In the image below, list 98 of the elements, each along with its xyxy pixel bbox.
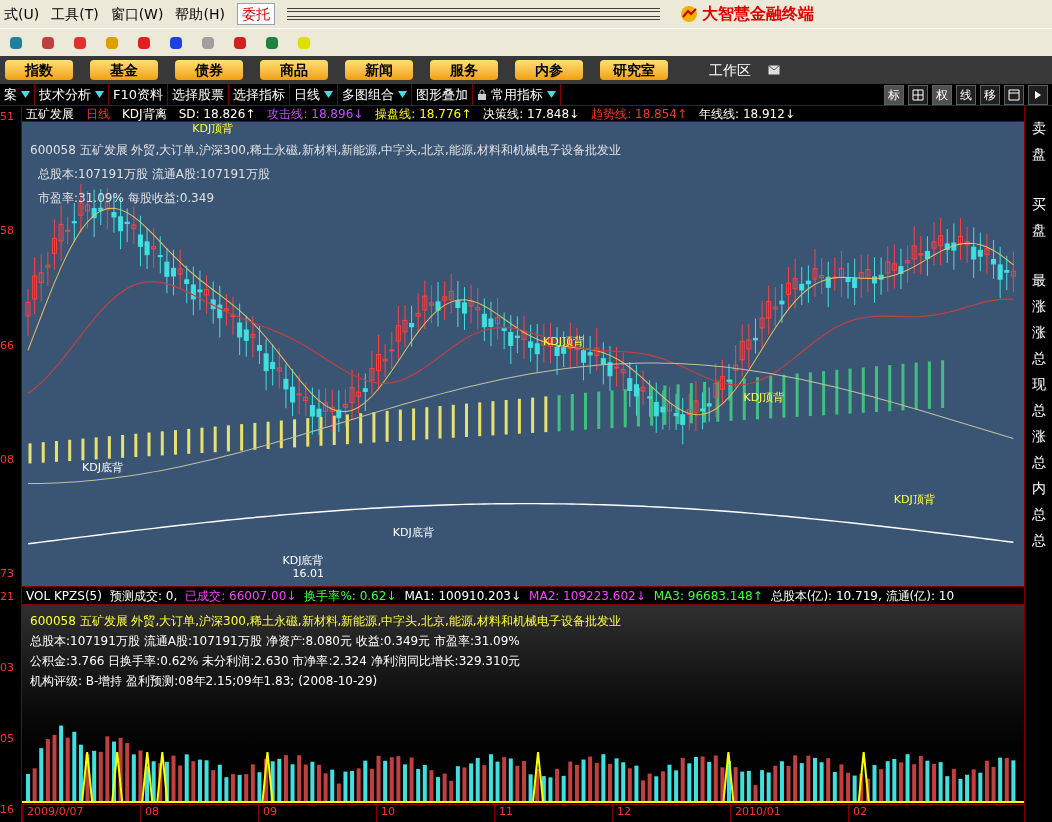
nav-button[interactable]: 研究室 <box>600 60 668 80</box>
window-icon <box>1008 88 1020 101</box>
menu-item[interactable]: 工具(T) <box>51 4 99 24</box>
signal-label: KDJ底背 <box>392 525 434 541</box>
quote-field-label: 总 <box>1031 531 1046 550</box>
toolbar-menu-button[interactable]: 多图组合 <box>342 85 395 104</box>
menu-item[interactable]: 窗口(W) <box>110 4 164 24</box>
nav-button[interactable]: 新闻 <box>345 60 413 80</box>
quote-field-label: 涨 <box>1031 297 1046 316</box>
indicator-reading: 操盘线: 18.776↑ <box>375 105 472 122</box>
stock-fundamentals: 公积金:3.766 日换手率:0.62% 未分利润:2.630 市净率:2.324 净利润同比增长:329.310元 <box>30 653 522 669</box>
price-axis-label: 58 <box>0 224 15 239</box>
signal-label: KDJ底背 <box>282 553 324 569</box>
toolbar-menu-button[interactable]: 选择指标 <box>233 85 286 104</box>
toolbar-menu-button[interactable]: 技术分析 <box>39 85 91 104</box>
price-axis-label: 51 <box>0 110 15 125</box>
nav-button[interactable]: 债券 <box>175 60 243 80</box>
stock-concepts: 600058 五矿发展 外贸,大订单,沪深300,稀土永磁,新材料,新能源,中字头,北京,能源,材料和机械电子设备批发业 <box>30 142 621 158</box>
view-toggle-button[interactable]: 移 <box>980 84 1000 105</box>
quote-field-label: 总 <box>1031 453 1046 472</box>
stock-fundamentals: 机构评级: B-增持 盈利预测:08年2.15;09年1.83; (2008-10-29) <box>30 673 379 689</box>
volume-reading: VOL KPZS(5) <box>26 587 102 604</box>
price-axis-label: 08 <box>0 453 15 468</box>
volume-axis-label: 21 <box>0 590 15 605</box>
lock-icon <box>477 88 488 101</box>
stock-concepts: 600058 五矿发展 外贸,大订单,沪深300,稀土永磁,新材料,新能源,中字头,北京,能源,材料和机械电子设备批发业 <box>30 613 621 629</box>
quote-field-label: 涨 <box>1031 323 1046 342</box>
quote-field-label: 盘 <box>1031 145 1046 164</box>
volume-reading: 总股本(亿): 10.719, 流通(亿): 10 <box>770 587 955 604</box>
view-toggle-button[interactable]: 标 <box>884 84 904 105</box>
date-axis-label: 11 <box>494 805 612 822</box>
nav-button[interactable]: 指数 <box>5 60 73 80</box>
app-title: 大智慧金融终端 <box>702 3 814 25</box>
volume-reading: MA3: 96683.148↑ <box>653 587 763 604</box>
toolbar-menu-button[interactable]: F10资料 <box>113 85 164 104</box>
quote-field-label: 总 <box>1031 505 1046 524</box>
volume-axis-label: 03 <box>0 661 15 676</box>
date-axis-label: 2009/0/07 <box>22 805 140 822</box>
quote-field-label: 总 <box>1031 401 1046 420</box>
view-toggle-button[interactable]: 权 <box>932 84 952 105</box>
date-axis-label: 10 <box>376 805 494 822</box>
date-axis-label: 08 <box>140 805 258 822</box>
indicator-name: KDJ背离 <box>122 105 167 122</box>
indicator-reading: 年线线: 18.912↓ <box>699 105 795 122</box>
quote-field-label: 涨 <box>1031 427 1046 446</box>
volume-reading: 已成交: 66007.00↓ <box>185 587 297 604</box>
date-axis-label: 02 <box>848 805 966 822</box>
view-toggle-button[interactable]: 线 <box>956 84 976 105</box>
indicator-reading: 决策线: 17.848↓ <box>483 105 580 122</box>
quote-field-label: 内 <box>1031 479 1046 498</box>
quote-field-label: 盘 <box>1031 221 1046 240</box>
quote-field-label: 买 <box>1031 195 1046 214</box>
stock-name: 五矿发展 <box>26 105 74 122</box>
period-label: 日线 <box>86 105 110 122</box>
quote-field-label: 卖 <box>1031 119 1046 138</box>
workspace-label[interactable]: 工作区 <box>709 60 751 80</box>
menu-item[interactable]: 式(U) <box>4 4 40 24</box>
date-axis-label: 09 <box>258 805 376 822</box>
date-axis-label: 2010/01 <box>730 805 848 822</box>
signal-label: KDJ底背 <box>82 460 124 476</box>
quote-field-label: 最 <box>1031 271 1046 290</box>
toolbar-menu-button[interactable]: 图形叠加 <box>416 85 469 104</box>
signal-label: KDJ顶背 <box>743 391 785 406</box>
grid-icon <box>912 88 924 101</box>
indicator-reading: 攻击线: 18.896↓ <box>267 105 364 122</box>
stock-fundamentals: 总股本:107191万股 流通A股:107191万股 <box>38 166 271 182</box>
indicator-reading: 趋势线: 18.854↑ <box>591 105 688 122</box>
indicator-reading: SD: 18.826↑ <box>178 105 256 122</box>
volume-reading: 预测成交: 0, <box>109 587 178 604</box>
window-button[interactable] <box>1004 84 1024 105</box>
date-axis-label: 12 <box>612 805 730 822</box>
next-button[interactable] <box>1028 84 1048 105</box>
toolbar-menu-button[interactable]: 案 <box>4 85 17 104</box>
quote-field-label: 总 <box>1031 349 1046 368</box>
signal-label: KDJ顶背 <box>893 493 935 508</box>
toolbar-menu-button[interactable]: 常用指标 <box>491 85 544 104</box>
volume-axis-label: 05 <box>0 732 15 747</box>
nav-button[interactable]: 基金 <box>90 60 158 80</box>
signal-label: 16.01 <box>292 567 325 583</box>
toolbar-menu-button[interactable]: 日线 <box>294 85 321 104</box>
volume-axis-label: 16 <box>0 803 15 818</box>
nav-button[interactable]: 内参 <box>515 60 583 80</box>
quote-field-label: 现 <box>1031 375 1046 394</box>
envelope-icon <box>768 65 780 75</box>
trade-button[interactable]: 委托 <box>236 3 275 25</box>
nav-button[interactable]: 商品 <box>260 60 328 80</box>
logo-icon <box>680 5 698 23</box>
volume-reading: MA1: 100910.203↓ <box>404 587 522 604</box>
volume-reading: 换手率%: 0.62↓ <box>304 587 397 604</box>
toolbar-menu-button[interactable]: 选择股票 <box>172 85 225 104</box>
signal-label: KDJ顶背 <box>192 122 234 137</box>
price-axis-label: 66 <box>0 338 15 354</box>
stock-fundamentals: 总股本:107191万股 流通A股:107191万股 净资产:8.080元 收益:0.349元 市盈率:31.09% <box>30 633 521 649</box>
nav-button[interactable]: 服务 <box>430 60 498 80</box>
menu-item[interactable]: 帮助(H) <box>175 4 225 24</box>
grid-view-button[interactable] <box>908 84 928 105</box>
volume-reading: MA2: 109223.602↓ <box>529 587 646 604</box>
price-axis-label: 73 <box>0 567 15 582</box>
